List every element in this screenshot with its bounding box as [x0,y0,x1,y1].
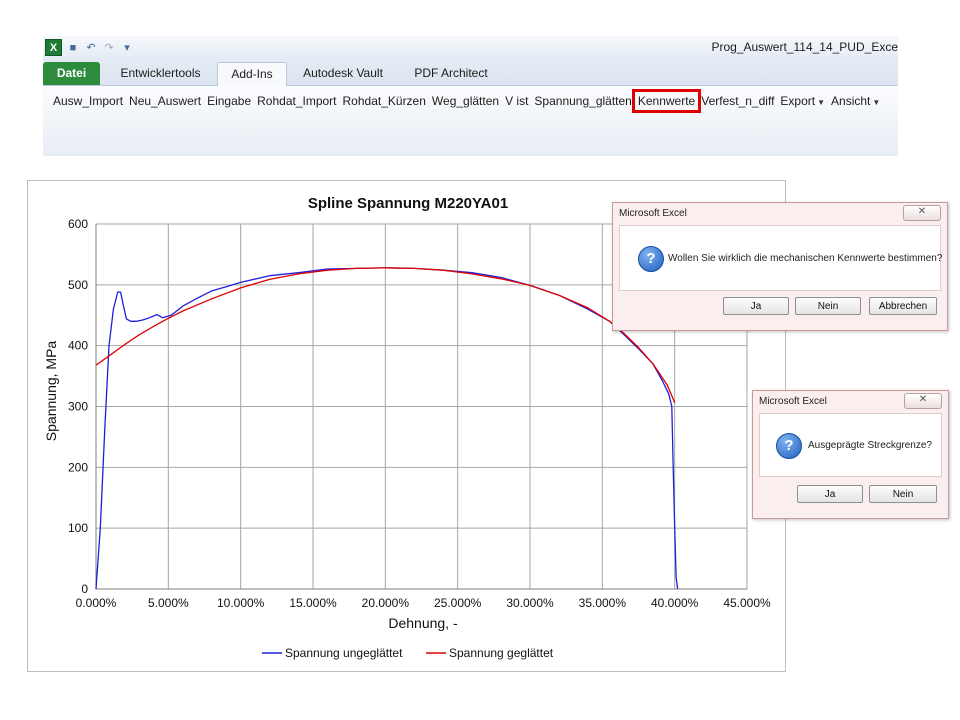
tab-datei[interactable]: Datei [43,62,100,85]
dialog-body: ? Wollen Sie wirklich die mechanischen K… [619,225,943,291]
x-tick-label: 20.000% [362,596,410,610]
quick-access-toolbar: X ■ ↶ ↷ ▾ [45,39,134,56]
menu-ansicht[interactable]: Ansicht ▼ [828,92,883,110]
y-tick-label: 600 [68,217,88,231]
cancel-button[interactable]: Abbrechen [869,297,937,315]
menu-ansicht-label: Ansicht [831,94,871,108]
y-tick-label: 300 [68,400,88,414]
ribbon-body: Ausw_Import Neu_Auswert Eingabe Rohdat_I… [43,86,898,156]
series-line-0 [95,267,679,590]
y-tick-label: 400 [68,339,88,353]
x-tick-label: 45.000% [723,596,771,610]
no-button[interactable]: Nein [869,485,937,503]
y-tick-label: 0 [81,582,88,596]
close-icon[interactable]: ✕ [903,205,941,221]
x-tick-label: 25.000% [434,596,482,610]
customize-qat-icon[interactable]: ▾ [120,41,134,55]
tab-pdf-architect[interactable]: PDF Architect [401,62,501,85]
x-tick-label: 5.000% [148,596,189,610]
dialog-body: ? Ausgeprägte Streckgrenze? [759,413,942,477]
excel-icon[interactable]: X [45,39,62,56]
x-tick-label: 10.000% [217,596,265,610]
chart-series [95,267,679,590]
menu-verfest-n-diff[interactable]: Verfest_n_diff [698,92,777,110]
menu-export[interactable]: Export ▼ [777,92,828,110]
save-icon[interactable]: ■ [66,41,80,55]
menu-kennwerte[interactable]: Kennwerte [631,89,702,113]
ribbon-tabs: Datei Entwicklertools Add-Ins Autodesk V… [43,60,898,87]
add-ins-menu-bar: Ausw_Import Neu_Auswert Eingabe Rohdat_I… [50,89,883,113]
x-tick-label: 40.000% [651,596,699,610]
x-tick-label: 0.000% [76,596,117,610]
legend-label-ungeglaettet: Spannung ungeglättet [285,646,403,660]
tab-autodesk-vault[interactable]: Autodesk Vault [293,62,393,85]
question-icon: ? [638,246,664,272]
dialog-title: Microsoft Excel [619,208,687,219]
menu-ausw-import[interactable]: Ausw_Import [50,92,126,110]
title-bar: X ■ ↶ ↷ ▾ Prog_Auswert_114_14_PUD_Exce [43,36,898,60]
undo-icon[interactable]: ↶ [84,41,98,55]
chevron-down-icon: ▼ [817,98,826,107]
dialog-message: Ausgeprägte Streckgrenze? [808,440,932,451]
x-axis-label: Dehnung, - [388,615,458,631]
menu-rohdat-import[interactable]: Rohdat_Import [254,92,339,110]
menu-eingabe[interactable]: Eingabe [204,92,254,110]
x-tick-label: 30.000% [506,596,554,610]
redo-icon[interactable]: ↷ [102,41,116,55]
menu-rohdat-kuerzen[interactable]: Rohdat_Kürzen [340,92,429,110]
tab-add-ins[interactable]: Add-Ins [217,62,287,87]
menu-neu-auswert[interactable]: Neu_Auswert [126,92,204,110]
legend-label-geglaettet: Spannung geglättet [449,646,554,660]
dialog-kennwerte-confirm: Microsoft Excel ✕ ? Wollen Sie wirklich … [612,202,948,331]
yes-button[interactable]: Ja [723,297,789,315]
x-tick-label: 35.000% [579,596,627,610]
y-tick-label: 200 [68,460,88,474]
tab-entwicklertools[interactable]: Entwicklertools [108,62,213,85]
question-icon: ? [776,433,802,459]
chart-title: Spline Spannung M220YA01 [308,195,508,212]
y-axis-label: Spannung, MPa [43,341,59,442]
document-title: Prog_Auswert_114_14_PUD_Exce [711,40,898,54]
close-icon[interactable]: ✕ [904,393,942,409]
dialog-message: Wollen Sie wirklich die mechanischen Ken… [668,253,943,264]
dialog-streckgrenze: Microsoft Excel ✕ ? Ausgeprägte Streckgr… [752,390,949,519]
menu-spannung-glaetten[interactable]: Spannung_glätten [531,92,634,110]
menu-export-label: Export [780,94,816,108]
menu-v-ist[interactable]: V ist [502,92,531,110]
no-button[interactable]: Nein [795,297,861,315]
menu-weg-glaetten[interactable]: Weg_glätten [429,92,502,110]
yes-button[interactable]: Ja [797,485,863,503]
y-tick-label: 100 [68,521,88,535]
chart-legend: Spannung ungeglättet Spannung geglättet [262,646,554,660]
dialog-title: Microsoft Excel [759,396,827,407]
y-tick-label: 500 [68,278,88,292]
chevron-down-icon: ▼ [872,98,881,107]
x-tick-label: 15.000% [289,596,337,610]
